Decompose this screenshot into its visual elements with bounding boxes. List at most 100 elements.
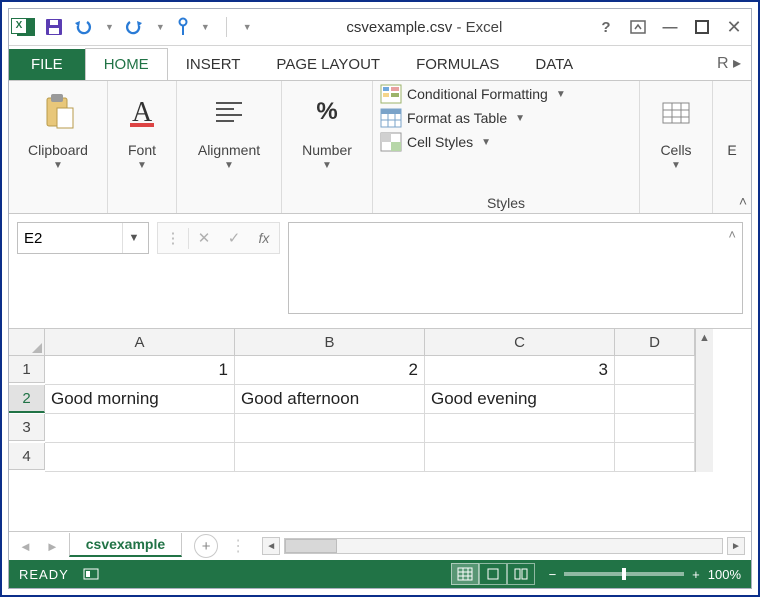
status-bar: READY − + 100%: [9, 560, 751, 588]
redo-dropdown-icon[interactable]: ▼: [156, 22, 165, 32]
select-all-corner[interactable]: [9, 329, 45, 356]
horizontal-scrollbar[interactable]: ◄ ►: [262, 537, 745, 555]
tab-file[interactable]: FILE: [9, 49, 85, 80]
font-icon[interactable]: A: [126, 87, 158, 137]
col-header-D[interactable]: D: [615, 329, 695, 356]
insert-function-icon[interactable]: fx: [249, 230, 279, 246]
app-name: Excel: [466, 19, 503, 36]
row-header-1[interactable]: 1: [9, 356, 45, 383]
undo-icon[interactable]: [73, 18, 95, 36]
save-icon[interactable]: [45, 18, 63, 36]
hscroll-right-icon[interactable]: ►: [727, 537, 745, 555]
page-break-view-icon[interactable]: [507, 563, 535, 585]
undo-dropdown-icon[interactable]: ▼: [105, 22, 114, 32]
zoom-level[interactable]: 100%: [708, 567, 741, 582]
sheet-tab[interactable]: csvexample: [69, 533, 182, 557]
font-dropdown-icon[interactable]: ▼: [137, 160, 147, 171]
cell-B4[interactable]: [235, 443, 425, 472]
zoom-out-icon[interactable]: −: [549, 567, 557, 582]
alignment-dropdown-icon[interactable]: ▼: [224, 160, 234, 171]
tab-home[interactable]: HOME: [85, 48, 168, 81]
cell-A3[interactable]: [45, 414, 235, 443]
cancel-formula-icon[interactable]: ✕: [189, 229, 219, 247]
cell-A2[interactable]: Good morning: [45, 385, 235, 414]
page-layout-view-icon[interactable]: [479, 563, 507, 585]
maximize-icon[interactable]: [693, 18, 711, 36]
vertical-scrollbar[interactable]: ▲: [695, 329, 713, 472]
conditional-formatting-label: Conditional Formatting: [407, 86, 548, 102]
zoom-slider[interactable]: [564, 572, 684, 576]
touch-mode-icon[interactable]: [175, 17, 191, 37]
add-sheet-icon[interactable]: +: [194, 534, 218, 558]
cell-C2[interactable]: Good evening: [425, 385, 615, 414]
tab-data[interactable]: DATA: [517, 49, 591, 80]
cell-B3[interactable]: [235, 414, 425, 443]
cell-C4[interactable]: [425, 443, 615, 472]
hscroll-left-icon[interactable]: ◄: [262, 537, 280, 555]
touch-dropdown-icon[interactable]: ▼: [201, 22, 210, 32]
clipboard-dropdown-icon[interactable]: ▼: [53, 160, 63, 171]
minimize-icon[interactable]: —: [661, 18, 679, 36]
help-icon[interactable]: ?: [597, 18, 615, 36]
col-header-A[interactable]: A: [45, 329, 235, 356]
name-box[interactable]: ▼: [17, 222, 149, 254]
formula-more-icon[interactable]: ⋮: [158, 229, 188, 247]
cell-C1[interactable]: 3: [425, 356, 615, 385]
col-header-B[interactable]: B: [235, 329, 425, 356]
hscroll-thumb[interactable]: [285, 539, 337, 553]
alignment-label: Alignment: [198, 143, 260, 158]
group-number[interactable]: % Number ▼: [282, 81, 373, 213]
formula-input[interactable]: ˄: [288, 222, 743, 314]
sheet-nav-next-icon[interactable]: ►: [42, 539, 63, 554]
cell-styles-button[interactable]: Cell Styles▼: [381, 133, 631, 151]
sheet-nav-prev-icon[interactable]: ◄: [15, 539, 36, 554]
name-box-dropdown-icon[interactable]: ▼: [122, 223, 145, 253]
tab-overflow[interactable]: R ▸: [707, 46, 751, 80]
row-header-4[interactable]: 4: [9, 443, 45, 470]
number-icon[interactable]: %: [316, 87, 337, 137]
group-font[interactable]: A Font ▼: [108, 81, 177, 213]
zoom-in-icon[interactable]: +: [692, 567, 700, 582]
ribbon-collapse-icon[interactable]: ˄: [739, 193, 747, 209]
cell-B2[interactable]: Good afternoon: [235, 385, 425, 414]
redo-icon[interactable]: [124, 18, 146, 36]
ribbon-display-icon[interactable]: [629, 18, 647, 36]
editing-label: E: [727, 143, 736, 158]
tab-insert[interactable]: INSERT: [168, 49, 259, 80]
macro-record-icon[interactable]: [83, 566, 99, 583]
normal-view-icon[interactable]: [451, 563, 479, 585]
group-clipboard[interactable]: Clipboard ▼: [9, 81, 108, 213]
row-header-3[interactable]: 3: [9, 414, 45, 441]
name-box-input[interactable]: [18, 230, 122, 247]
conditional-formatting-button[interactable]: Conditional Formatting▼: [381, 85, 631, 103]
cell-B1[interactable]: 2: [235, 356, 425, 385]
close-icon[interactable]: ✕: [725, 18, 743, 36]
window-title: csvexample.csv - Excel: [252, 19, 597, 36]
cells-dropdown-icon[interactable]: ▼: [671, 160, 681, 171]
tab-formulas[interactable]: FORMULAS: [398, 49, 517, 80]
cell-D3[interactable]: [615, 414, 695, 443]
format-as-table-button[interactable]: Format as Table▼: [381, 109, 631, 127]
number-dropdown-icon[interactable]: ▼: [322, 160, 332, 171]
cell-D4[interactable]: [615, 443, 695, 472]
row-header-2[interactable]: 2: [9, 385, 45, 413]
formula-collapse-icon[interactable]: ˄: [728, 227, 736, 242]
cell-D2[interactable]: [615, 385, 695, 414]
group-alignment[interactable]: Alignment ▼: [177, 81, 282, 213]
styles-group-label: Styles: [381, 195, 631, 211]
alignment-icon[interactable]: [214, 87, 244, 137]
group-cells[interactable]: Cells ▼: [640, 81, 713, 213]
number-label: Number: [302, 143, 352, 158]
sheet-tab-bar: ◄ ► csvexample + ⋮ ◄ ►: [9, 531, 751, 560]
cell-D1[interactable]: [615, 356, 695, 385]
qat-customize-icon[interactable]: ▼: [243, 22, 252, 32]
worksheet-grid: A B C D ▲ 1 1 2 3 2 Good morning Good af…: [9, 328, 751, 531]
col-header-C[interactable]: C: [425, 329, 615, 356]
cells-icon[interactable]: [661, 87, 691, 137]
accept-formula-icon[interactable]: ✓: [219, 229, 249, 247]
paste-icon[interactable]: [41, 87, 75, 137]
cell-A4[interactable]: [45, 443, 235, 472]
tab-page-layout[interactable]: PAGE LAYOUT: [258, 49, 398, 80]
cell-C3[interactable]: [425, 414, 615, 443]
cell-A1[interactable]: 1: [45, 356, 235, 385]
